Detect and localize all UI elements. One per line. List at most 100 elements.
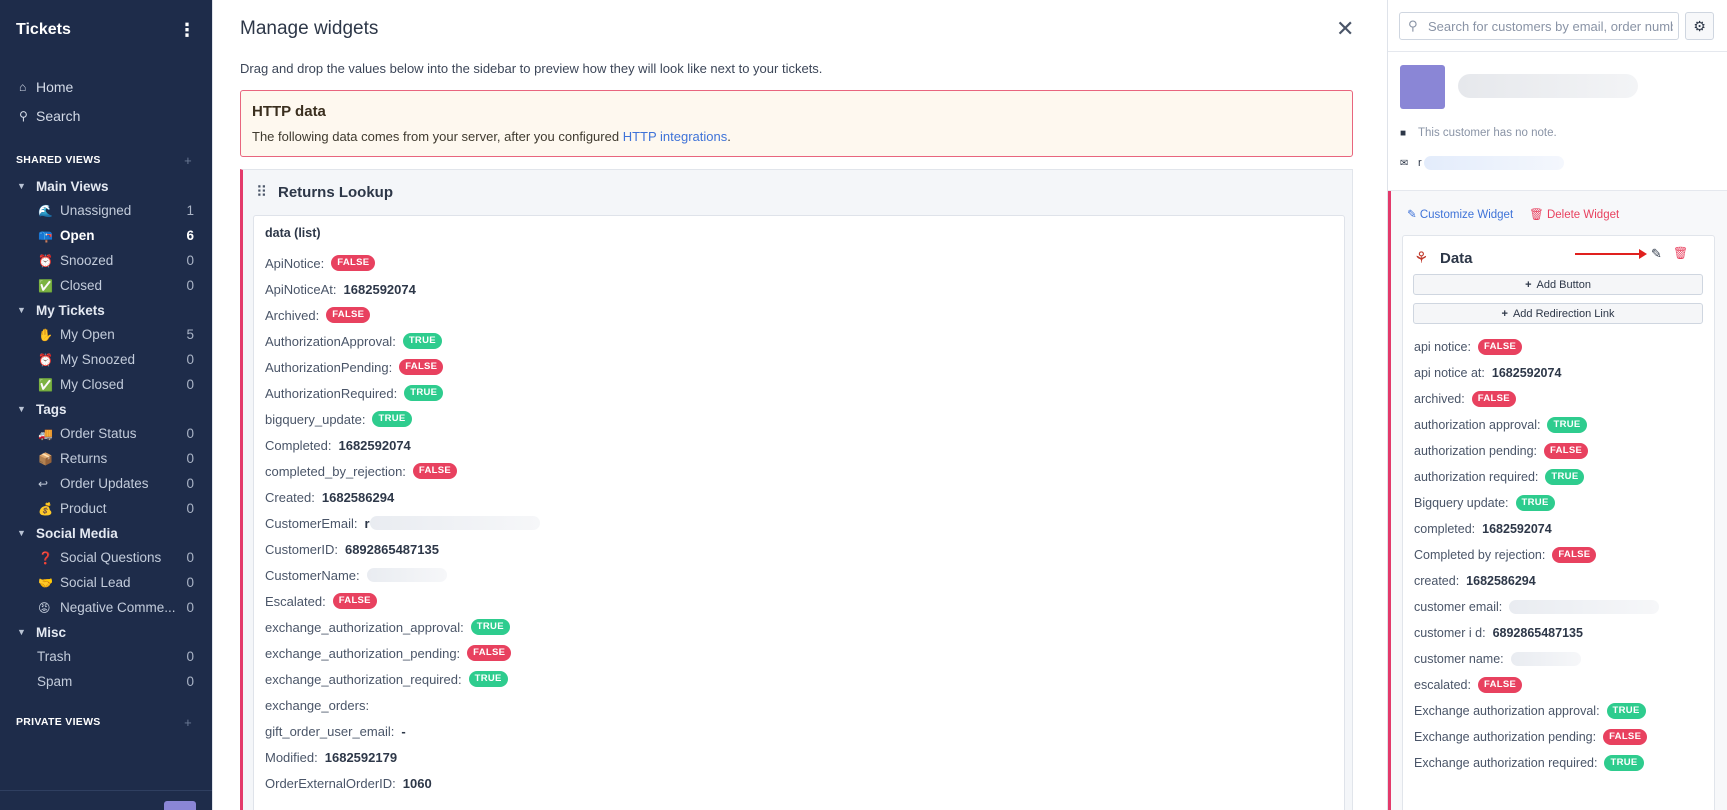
sidebar-view-item[interactable]: 📦 Returns 0	[0, 446, 212, 471]
customer-name-redacted	[1458, 74, 1638, 98]
data-field-row[interactable]: created: 1682586294	[1414, 568, 1714, 594]
nav-search[interactable]: ⚲ Search	[0, 101, 212, 130]
user-avatar[interactable]	[164, 801, 196, 810]
sidebar-view-label: My Closed	[60, 377, 124, 392]
data-field-row[interactable]: Exchange authorization required: TRUE	[1414, 750, 1714, 776]
data-field-row[interactable]: AuthorizationRequired: TRUE	[265, 380, 1333, 406]
add-shared-view-icon[interactable]: +	[184, 153, 192, 168]
data-field-row[interactable]: api notice at: 1682592074	[1414, 360, 1714, 386]
sidebar-view-item[interactable]: 😡 Negative Comme... 0	[0, 595, 212, 620]
http-data-text: The following data comes from your serve…	[252, 129, 1341, 144]
returns-lookup-widget[interactable]: ⠿ Returns Lookup data (list) ApiNotice: F…	[240, 169, 1353, 810]
data-field-row[interactable]: Completed: 1682592074	[265, 432, 1333, 458]
data-field-row[interactable]: exchange_authorization_required: TRUE	[265, 666, 1333, 692]
widget-actions: ✎ Customize Widget 🗑 Delete Widget	[1407, 207, 1619, 221]
view-group-header[interactable]: ▼ Main Views	[0, 174, 212, 198]
sidebar-view-count: 1	[186, 203, 194, 218]
data-field-row[interactable]: authorization required: TRUE	[1414, 464, 1714, 490]
redacted-value	[369, 516, 540, 530]
field-value: 1682586294	[1466, 574, 1536, 588]
field-key: AuthorizationApproval:	[265, 333, 396, 349]
sidebar-view-item[interactable]: ⏰ Snoozed 0	[0, 248, 212, 273]
data-field-row[interactable]: customer i d: 6892865487135	[1414, 620, 1714, 646]
view-group-header[interactable]: ▼ Tags	[0, 397, 212, 421]
view-group-header[interactable]: ▼ Misc	[0, 620, 212, 644]
view-group-header[interactable]: ▼ My Tickets	[0, 298, 212, 322]
trash-icon[interactable]: 🗑	[1673, 246, 1688, 260]
data-field-row[interactable]: ApiNotice: FALSE	[265, 250, 1333, 276]
field-key: exchange_authorization_approval:	[265, 619, 464, 635]
data-field-row[interactable]: CustomerID: 6892865487135	[265, 536, 1333, 562]
data-field-row[interactable]: Created: 1682586294	[265, 484, 1333, 510]
view-group-header[interactable]: ▼ Social Media	[0, 521, 212, 545]
sidebar-view-item[interactable]: ⏰ My Snoozed 0	[0, 347, 212, 372]
data-field-row[interactable]: Exchange authorization pending: FALSE	[1414, 724, 1714, 750]
data-field-row[interactable]: completed: 1682592074	[1414, 516, 1714, 542]
data-field-row[interactable]: OrderExternalOrderID: 1060	[265, 770, 1333, 796]
http-data-text-end: .	[727, 129, 731, 144]
http-integrations-link[interactable]: HTTP integrations	[623, 129, 728, 144]
http-data-text-body: The following data comes from your serve…	[252, 129, 623, 144]
data-field-row[interactable]: customer email:	[1414, 594, 1714, 620]
delete-widget-button[interactable]: 🗑 Delete Widget	[1529, 207, 1619, 221]
private-views-header: PRIVATE VIEWS +	[0, 712, 212, 732]
data-field-row[interactable]: AuthorizationPending: FALSE	[265, 354, 1333, 380]
field-key: Escalated:	[265, 593, 326, 609]
data-field-row[interactable]: bigquery_update: TRUE	[265, 406, 1333, 432]
data-field-row[interactable]: Completed by rejection: FALSE	[1414, 542, 1714, 568]
close-icon[interactable]: ✕	[1336, 16, 1354, 42]
field-key: authorization required:	[1414, 470, 1539, 484]
sidebar-view-item[interactable]: ❓ Social Questions 0	[0, 545, 212, 570]
sidebar-view-item[interactable]: 🚚 Order Status 0	[0, 421, 212, 446]
sidebar-view-item[interactable]: 🤝 Social Lead 0	[0, 570, 212, 595]
sidebar-view-item[interactable]: Spam 0	[0, 669, 212, 694]
customize-widget-button[interactable]: ✎ Customize Widget	[1407, 207, 1513, 221]
sidebar-view-item[interactable]: 💰 Product 0	[0, 496, 212, 521]
data-field-row[interactable]: gift_order_user_email: -	[265, 718, 1333, 744]
sidebar-view-item[interactable]: Trash 0	[0, 644, 212, 669]
gear-icon[interactable]: ⚙	[1685, 12, 1714, 40]
data-field-row[interactable]: Escalated: FALSE	[265, 588, 1333, 614]
data-field-row[interactable]: api notice: FALSE	[1414, 334, 1714, 360]
add-private-view-icon[interactable]: +	[184, 715, 192, 730]
data-field-row[interactable]: exchange_authorization_approval: TRUE	[265, 614, 1333, 640]
drag-handle-icon[interactable]: ⠿	[256, 183, 278, 201]
data-field-row[interactable]: CustomerName:	[265, 562, 1333, 588]
kebab-menu-icon[interactable]: ⋮	[178, 20, 196, 41]
plus-icon: +	[1525, 278, 1532, 291]
field-key: Completed:	[265, 437, 332, 453]
data-field-row[interactable]: completed_by_rejection: FALSE	[265, 458, 1333, 484]
field-key: Modified:	[265, 749, 318, 765]
sidebar-view-item[interactable]: ✋ My Open 5	[0, 322, 212, 347]
data-field-row[interactable]: customer name:	[1414, 646, 1714, 672]
add-button-button[interactable]: + Add Button	[1413, 274, 1703, 295]
sidebar-view-item[interactable]: 🌊 Unassigned 1	[0, 198, 212, 223]
sidebar-view-item[interactable]: ↩ Order Updates 0	[0, 471, 212, 496]
sidebar-footer	[0, 790, 212, 810]
data-field-row[interactable]: CustomerEmail: r	[265, 510, 1333, 536]
add-redirection-link-button[interactable]: + Add Redirection Link	[1413, 303, 1703, 324]
data-field-row[interactable]: archived: FALSE	[1414, 386, 1714, 412]
check-mark-icon: ✅	[38, 278, 53, 293]
sidebar-view-item[interactable]: ✅ My Closed 0	[0, 372, 212, 397]
data-field-row[interactable]: exchange_orders:	[265, 692, 1333, 718]
pencil-icon[interactable]: ✎	[1651, 246, 1662, 262]
sidebar-view-item[interactable]: ✅ Closed 0	[0, 273, 212, 298]
data-field-row[interactable]: AuthorizationApproval: TRUE	[265, 328, 1333, 354]
data-field-row[interactable]: escalated: FALSE	[1414, 672, 1714, 698]
data-field-row[interactable]: Modified: 1682592179	[265, 744, 1333, 770]
data-field-row[interactable]: authorization approval: TRUE	[1414, 412, 1714, 438]
handshake-icon: 🤝	[38, 575, 53, 590]
customer-search-input[interactable]	[1428, 18, 1673, 34]
customer-avatar	[1400, 65, 1445, 109]
data-field-row[interactable]: Exchange authorization approval: TRUE	[1414, 698, 1714, 724]
customer-email-redacted	[1423, 156, 1564, 170]
data-field-row[interactable]: ApiNoticeAt: 1682592074	[265, 276, 1333, 302]
sidebar-view-item[interactable]: 📪 Open 6	[0, 223, 212, 248]
data-field-row[interactable]: Archived: FALSE	[265, 302, 1333, 328]
data-field-row[interactable]: authorization pending: FALSE	[1414, 438, 1714, 464]
nav-home[interactable]: ⌂ Home	[0, 72, 212, 101]
data-field-row[interactable]: exchange_authorization_pending: FALSE	[265, 640, 1333, 666]
envelope-icon: ✉	[1400, 157, 1409, 169]
data-field-row[interactable]: Bigquery update: TRUE	[1414, 490, 1714, 516]
